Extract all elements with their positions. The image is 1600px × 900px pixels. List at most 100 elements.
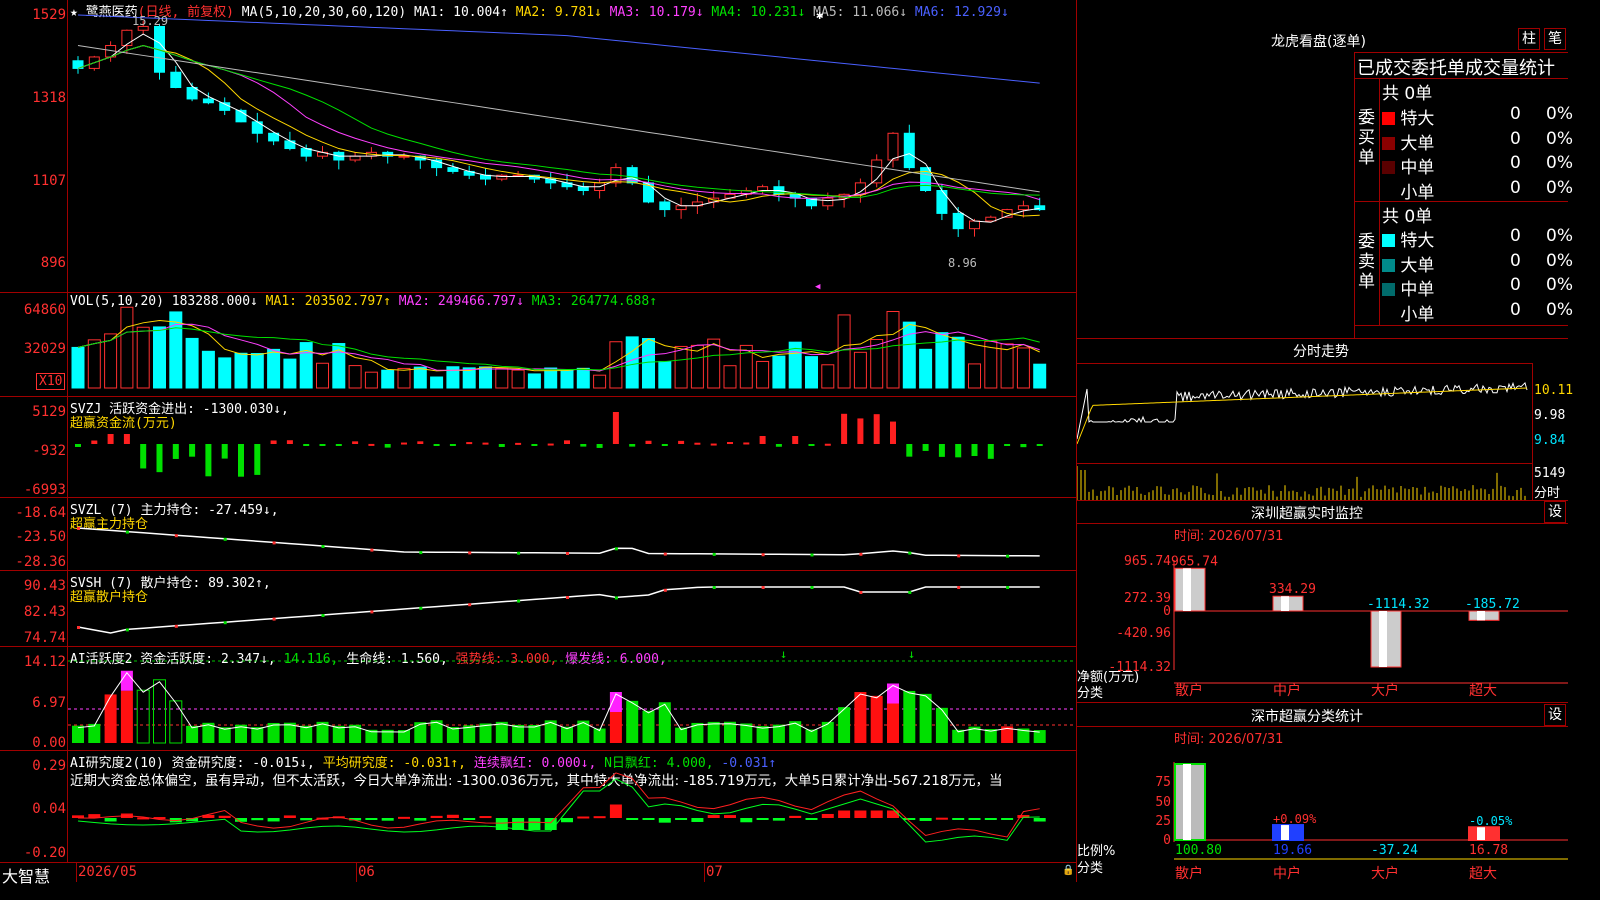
- holding-dot: [614, 596, 618, 600]
- fund-flow-bar: [335, 444, 342, 446]
- svsh-axis-label: 82.43: [23, 604, 66, 620]
- chart-area[interactable]: ★ 鹭燕医药(日线, 前复权) MA(5,10,20,30,60,120) MA…: [0, 0, 1077, 886]
- ma-line: [77, 33, 1040, 223]
- fund-flow-bar: [580, 444, 587, 447]
- color-swatch: [1382, 258, 1395, 272]
- holding-dot: [77, 527, 80, 530]
- activity-chart[interactable]: ↓ ↓: [68, 647, 1076, 750]
- retail-holding-chart[interactable]: [68, 571, 1076, 646]
- research-chart[interactable]: [68, 751, 1076, 862]
- bar-mode-button[interactable]: 柱: [1518, 28, 1540, 50]
- date-axis: 大智慧 2026/05 06 07 🔒: [0, 863, 1076, 886]
- research-bar: [300, 818, 313, 821]
- volume-chart[interactable]: [68, 293, 1076, 396]
- svsh-panel[interactable]: SVSH (7) 散户持仓: 89.302↑, 超赢散户持仓 90.43 82.…: [0, 571, 1076, 646]
- svsh-axis-label: 74.74: [23, 630, 66, 646]
- volume-bar: [153, 326, 166, 389]
- order-row: 特大 0 0%: [1382, 104, 1573, 129]
- holding-dot: [370, 548, 374, 552]
- vol-axis-label: 64860: [23, 302, 66, 318]
- classify-chart[interactable]: 75 50 25 0 100.80 散户 +0.09% 19.66 中户 -37.24 大户 -0.0…: [1077, 742, 1568, 882]
- svzl-axis-label: -23.50: [15, 529, 66, 545]
- brand-logo: 大智慧: [2, 867, 51, 886]
- intraday-panel[interactable]: 分时走势 10.11 9.98 9.84 5149 分时: [1077, 338, 1573, 501]
- fund-flow-bar: [629, 444, 636, 447]
- volume-bar: [837, 314, 851, 389]
- fund-flow-bar: [1004, 444, 1011, 446]
- volume-bar: [104, 333, 118, 389]
- research-bar: [675, 818, 688, 820]
- research-bar: [691, 818, 704, 822]
- classify-title: 深市超赢分类统计: [1251, 709, 1363, 725]
- activity-bar: [414, 722, 427, 743]
- monitor-axis-label: -1114.32: [1108, 660, 1171, 675]
- svzl-panel[interactable]: SVZL (7) 主力持仓: -27.459↓, 超赢主力持仓 -18.64 -…: [0, 498, 1076, 570]
- fund-flow-bar: [727, 442, 733, 445]
- research-bar: [609, 804, 622, 818]
- classify-settings-button[interactable]: 设: [1544, 704, 1566, 726]
- order-count: 0: [1510, 226, 1521, 246]
- monitor-chart[interactable]: 965.74272.390-420.96-1114.32965.74散户334.…: [1077, 540, 1568, 702]
- main-holding-chart[interactable]: [68, 498, 1076, 570]
- volume-bar: [1016, 347, 1030, 389]
- research-line: [77, 778, 1040, 843]
- activity-bar: [919, 693, 932, 743]
- research-bar: [756, 818, 769, 820]
- holding-dot: [810, 586, 814, 589]
- intraday-chart[interactable]: [1077, 364, 1532, 500]
- research-bar: [381, 818, 394, 821]
- color-swatch: [1382, 136, 1395, 150]
- kline-panel[interactable]: ★ 鹭燕医药(日线, 前复权) MA(5,10,20,30,60,120) MA…: [0, 0, 1076, 292]
- svzj-panel[interactable]: SVZJ 活跃资金进出: -1300.030↓, 超赢资金流(万元) 5129 …: [0, 397, 1076, 498]
- research-bar: [626, 818, 639, 820]
- fund-flow-bar: [645, 440, 652, 444]
- tick-mode-button[interactable]: 笔: [1544, 28, 1566, 50]
- monitor-panel[interactable]: 深圳超赢实时监控 设 时间: 2026/07/31 净额(万元) 分类 965.…: [1077, 500, 1568, 702]
- candlestick-chart[interactable]: [68, 0, 1076, 292]
- classify-value: -37.24: [1371, 843, 1418, 858]
- fund-flow-bar: [123, 434, 130, 444]
- fund-flow-bar: [808, 444, 815, 446]
- fund-flow-bar: [319, 444, 326, 446]
- research-bar: [919, 818, 932, 821]
- monitor-axis-label: 965.74: [1124, 554, 1171, 569]
- order-row: 小单 0 0%: [1382, 299, 1573, 325]
- research-bar: [642, 818, 655, 820]
- ai-activity-panel[interactable]: AI活跃度2 资金活跃度: 2.347↓, 14.116, 生命线: 1.560…: [0, 647, 1076, 751]
- classify-value: 100.80: [1175, 843, 1222, 858]
- lock-icon[interactable]: 🔒: [1062, 865, 1074, 876]
- date-label: 07: [706, 864, 723, 880]
- fund-flow-bar: [140, 444, 147, 469]
- activity-bar: [903, 690, 916, 743]
- volume-panel[interactable]: VOL(5,10,20) 183288.000↓ MA1: 203502.797…: [0, 293, 1076, 396]
- lhb-panel[interactable]: 龙虎看盘(逐单) 柱 笔 已成交委托单成交量统计 委买单 委卖单 共 0单 共 …: [1077, 0, 1573, 338]
- order-size-label: 大单: [1395, 133, 1435, 154]
- volume-bar: [870, 339, 884, 389]
- low-price-label: 8.96: [948, 256, 977, 270]
- fund-flow-chart[interactable]: [68, 397, 1076, 497]
- holding-dot: [174, 534, 178, 538]
- holding-dot: [957, 586, 961, 589]
- classify-bar-highlight: [1183, 764, 1191, 840]
- order-count: 0: [1510, 299, 1521, 320]
- research-bar: [854, 810, 867, 818]
- fund-flow-bar: [710, 443, 717, 446]
- monitor-settings-button[interactable]: 设: [1544, 501, 1566, 523]
- star-marker-icon: ✱: [816, 8, 824, 22]
- holding-dot: [1006, 554, 1010, 558]
- ma-line: [77, 45, 1040, 193]
- research-bar: [267, 818, 280, 822]
- research-bar: [887, 810, 899, 818]
- ai-research-panel[interactable]: AI研究度2(10) 资金研究度: -0.015↓, 平均研究度: -0.031…: [0, 751, 1076, 862]
- fund-flow-bar: [792, 436, 799, 444]
- lhb-subtitle: 已成交委托单成交量统计: [1357, 58, 1555, 79]
- price-axis-label: 1318: [32, 90, 66, 106]
- intraday-vol-label: 5149: [1534, 466, 1566, 481]
- order-count: 0: [1510, 250, 1521, 271]
- holding-dot: [321, 545, 325, 548]
- candle-body: [349, 155, 361, 161]
- classify-panel[interactable]: 深市超赢分类统计 设 时间: 2026/07/31 比例% 分类 75 50 25 0…: [1077, 702, 1568, 882]
- color-swatch: [1382, 185, 1395, 199]
- intraday-price-line: [1077, 381, 1528, 440]
- volume-bar: [218, 357, 232, 389]
